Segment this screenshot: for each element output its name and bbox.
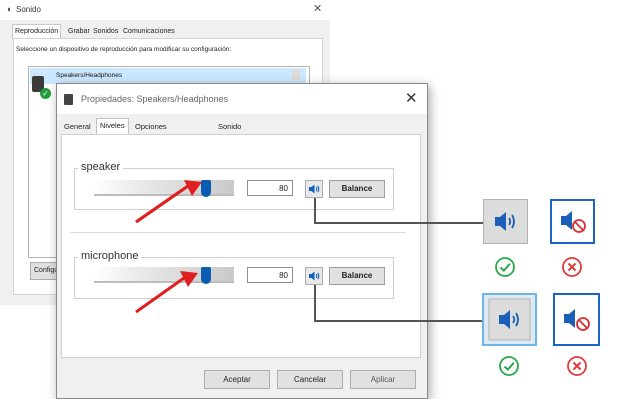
speaker-on-icon [309,271,320,281]
speaker-on-icon [495,212,515,231]
speaker-mute-button[interactable] [305,180,323,198]
red-arrow-microphone [135,271,198,314]
legend-speaker-muted-focused [553,293,600,346]
speaker-muted-icon [564,309,590,331]
device-list-scrollbar[interactable] [292,70,300,80]
legend-speaker-on [483,199,528,244]
connector-line [314,222,484,224]
legend-speaker-on-focused [482,293,537,346]
speaker-title-icon: ◖ [6,4,12,14]
sound-instruction: Seleccione un dispositivo de reproducció… [16,46,232,53]
legend-speaker-muted [550,199,595,244]
red-arrow-icon [135,276,185,314]
default-device-check-icon: ✓ [40,88,51,99]
x-icon [567,356,587,376]
tab-reproduccion[interactable]: Reproducción [12,24,62,39]
tab-sonidos[interactable]: Sonidos [91,25,120,38]
tab-general[interactable]: General [61,120,94,134]
tab-grabar[interactable]: Grabar [66,25,92,38]
x-icon [562,257,582,277]
speaker-on-icon [488,298,531,341]
speaker-title-icon [64,94,73,105]
microphone-balance-button[interactable]: Balance [329,267,385,285]
tab-niveles[interactable]: Niveles [96,118,129,135]
microphone-mute-button[interactable] [305,267,323,285]
speaker-group-label: speaker [78,161,124,173]
connector-line [314,198,316,224]
check-icon [495,257,515,277]
connector-line [314,285,316,322]
cancel-button[interactable]: Cancelar [277,370,343,389]
check-icon [499,356,519,376]
speaker-on-icon [309,184,320,194]
microphone-level-input[interactable]: 80 [247,267,293,283]
connector-line [314,320,484,322]
sound-window-title: Sonido [16,5,41,14]
tab-sonido-espacial[interactable]: Sonido espacial [215,120,249,145]
speaker-balance-button[interactable]: Balance [329,180,385,198]
properties-close-button[interactable]: ✕ [405,89,418,107]
ok-button[interactable]: Aceptar [204,370,270,389]
device-name: Speakers/Headphones [56,72,123,79]
properties-window-title: Propiedades: Speakers/Headphones [81,94,229,104]
apply-button[interactable]: Aplicar [350,370,416,389]
sound-close-button[interactable]: ✕ [313,2,322,15]
tab-opciones-avanzadas[interactable]: Opciones avanzadas [132,120,174,145]
tab-comunicaciones[interactable]: Comunicaciones [121,25,177,38]
speaker-level-input[interactable]: 80 [247,180,293,196]
red-arrow-icon [135,184,189,224]
sound-titlebar [0,0,330,20]
speaker-muted-icon [561,211,586,233]
group-separator [70,232,406,233]
